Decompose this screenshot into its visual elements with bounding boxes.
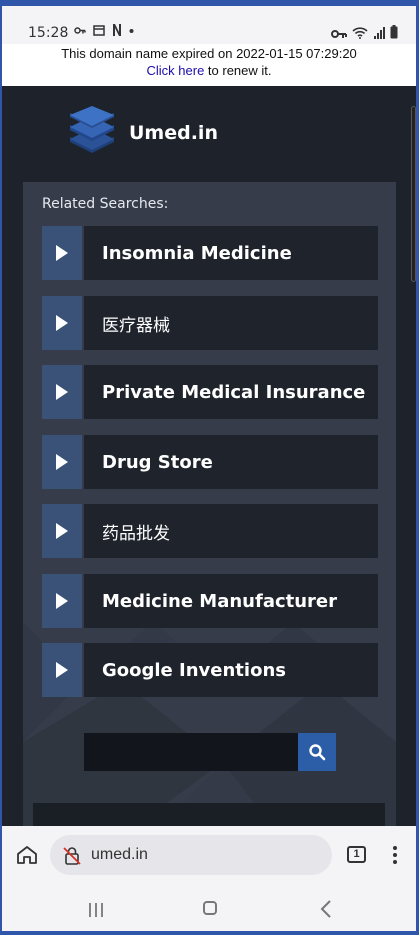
tabs-icon[interactable]: 1 [347, 846, 366, 863]
search-result-label[interactable]: Private Medical Insurance [84, 365, 378, 419]
search-result-label[interactable]: 药品批发 [84, 504, 378, 558]
device-screen: 15:28 This domain name expired on 2022-0… [2, 6, 416, 931]
expired-message: This domain name expired on 2022-01-15 0… [61, 46, 357, 61]
battery-icon [390, 25, 398, 39]
page-scrollbar[interactable] [411, 106, 416, 282]
window-icon [93, 25, 105, 36]
dot-icon [129, 29, 134, 33]
search-result-item[interactable]: Google Inventions [42, 643, 378, 697]
search-result-item[interactable]: Insomnia Medicine [42, 226, 378, 280]
web-page[interactable]: Umed.in Related Searches: Insomnia Medic… [2, 86, 416, 843]
not-secure-icon[interactable] [62, 846, 82, 866]
stacked-layers-icon [70, 106, 114, 153]
play-arrow-icon [42, 365, 82, 419]
search-form [84, 733, 336, 771]
play-arrow-icon [42, 643, 82, 697]
play-arrow-icon [42, 296, 82, 350]
play-arrow-icon [42, 574, 82, 628]
search-button[interactable] [298, 733, 336, 771]
play-arrow-icon [42, 504, 82, 558]
domain-expired-notice: This domain name expired on 2022-01-15 0… [2, 44, 416, 86]
search-result-label[interactable]: Medicine Manufacturer [84, 574, 378, 628]
renew-text: to renew it. [204, 63, 272, 78]
key-icon [74, 27, 86, 34]
notification-icons [74, 24, 134, 40]
related-searches-panel: Related Searches: Insomnia Medicine 医疗器械… [23, 182, 396, 842]
netflix-n-icon [113, 24, 122, 36]
vpn-key-icon [331, 30, 347, 38]
status-bar: 15:28 [2, 6, 416, 44]
renew-line: Click here to renew it. [2, 62, 416, 79]
search-result-item[interactable]: Private Medical Insurance [42, 365, 378, 419]
address-bar[interactable]: umed.in [50, 835, 332, 875]
renew-link[interactable]: Click here [147, 63, 205, 78]
play-arrow-icon [42, 226, 82, 280]
search-result-item[interactable]: 医疗器械 [42, 296, 378, 350]
home-icon[interactable] [16, 845, 38, 865]
search-result-item[interactable]: Drug Store [42, 435, 378, 489]
search-result-label[interactable]: Drug Store [84, 435, 378, 489]
wifi-icon [352, 27, 368, 39]
browser-toolbar: umed.in 1 [2, 826, 416, 884]
back-icon[interactable] [320, 900, 332, 918]
signal-icon [374, 27, 385, 39]
status-time: 15:28 [28, 25, 69, 41]
play-arrow-icon [42, 435, 82, 489]
url-text[interactable]: umed.in [91, 846, 148, 864]
search-result-item[interactable]: Medicine Manufacturer [42, 574, 378, 628]
system-icons [331, 25, 398, 39]
site-brand[interactable]: Umed.in [129, 122, 218, 144]
system-nav-bar [2, 884, 416, 931]
search-result-label[interactable]: Insomnia Medicine [84, 226, 378, 280]
nav-home-icon[interactable] [203, 901, 217, 915]
related-searches-title: Related Searches: [42, 196, 169, 212]
search-result-label[interactable]: Google Inventions [84, 643, 378, 697]
search-icon [309, 744, 326, 761]
more-vert-icon[interactable] [392, 845, 398, 865]
search-result-label[interactable]: 医疗器械 [84, 296, 378, 350]
search-result-item[interactable]: 药品批发 [42, 504, 378, 558]
search-input[interactable] [84, 733, 298, 771]
recents-icon[interactable] [88, 902, 104, 918]
